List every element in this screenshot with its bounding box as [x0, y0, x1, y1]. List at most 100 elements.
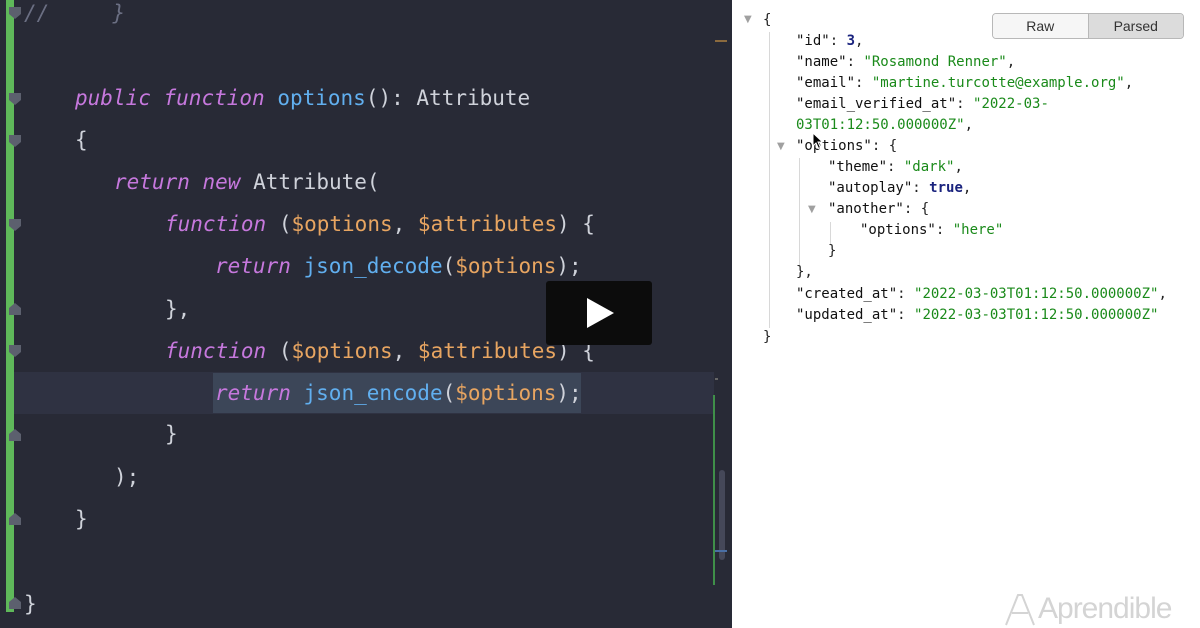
json-row: "options": "here" [860, 222, 1004, 238]
overview-ruler-marker [715, 550, 727, 552]
code-text: Attribute( [253, 170, 380, 194]
json-row: "created_at": "2022-03-03T01:12:50.00000… [796, 286, 1167, 302]
fold-marker-icon[interactable] [8, 428, 22, 442]
code-line[interactable]: public function options(): Attribute [75, 77, 530, 119]
variable: $options [455, 254, 557, 278]
scrollbar-thumb[interactable] [719, 470, 725, 560]
code-editor[interactable]: // } public function options(): Attribut… [0, 0, 732, 628]
code-text: (): Attribute [365, 86, 531, 110]
json-row: "id": 3, [796, 33, 864, 49]
brace: { [75, 128, 88, 152]
json-key: "options" [860, 222, 936, 238]
json-row: "autoplay": true, [828, 180, 972, 196]
keyword: return [114, 170, 190, 194]
brace: } [165, 422, 178, 446]
aprendible-logo [1005, 594, 1035, 626]
brace: } [112, 1, 126, 25]
function-name: json_decode [303, 254, 443, 278]
overview-ruler-marker [715, 40, 727, 42]
json-boolean: true [929, 180, 963, 196]
brace: }, [165, 297, 191, 321]
fold-marker-icon[interactable] [8, 302, 22, 316]
json-close-brace: } [828, 243, 837, 259]
json-close-brace: } [763, 329, 772, 345]
code-text: ); [114, 465, 140, 489]
code-text: , [392, 339, 418, 363]
brace: } [24, 592, 37, 616]
json-string: 03T01:12:50.000000Z" [796, 117, 965, 133]
json-open-brace: { [763, 12, 772, 28]
code-text: ( [278, 212, 292, 236]
json-string: "dark" [903, 159, 955, 175]
mouse-pointer-icon [812, 132, 824, 150]
code-text: ); [556, 381, 582, 405]
play-icon [587, 298, 614, 328]
code-line[interactable]: } [165, 413, 178, 455]
fold-marker-icon[interactable] [8, 344, 22, 358]
json-key: "email" [796, 75, 856, 91]
json-key: "name" [796, 54, 847, 70]
parsed-button[interactable]: Parsed [1088, 14, 1183, 38]
code-line[interactable]: return json_decode($options); [215, 245, 582, 287]
fold-marker-icon[interactable] [8, 92, 22, 106]
code-text: ( [442, 381, 456, 405]
triangle-down-icon[interactable]: ▼ [777, 141, 785, 152]
json-key: "another" [828, 201, 904, 217]
overview-ruler-change [713, 395, 715, 585]
code-line[interactable]: } [75, 498, 88, 540]
variable: $attributes [417, 339, 557, 363]
play-button[interactable] [546, 281, 652, 345]
keyword: public [75, 86, 151, 110]
fold-marker-icon[interactable] [8, 596, 22, 610]
json-key: "autoplay" [828, 180, 913, 196]
fold-marker-icon[interactable] [8, 512, 22, 526]
code-line[interactable]: return new Attribute( [114, 161, 380, 203]
keyword: return [215, 381, 291, 405]
code-line[interactable]: function ($options, $attributes) { [165, 203, 595, 245]
function-name: options [277, 86, 366, 110]
indent-guide [769, 32, 770, 328]
json-key: "created_at" [796, 286, 898, 302]
triangle-down-icon[interactable]: ▼ [744, 14, 752, 25]
json-string: "here" [952, 222, 1004, 238]
code-line[interactable]: ); [114, 456, 139, 498]
keyword: function [165, 339, 267, 363]
fold-marker-icon[interactable] [8, 134, 22, 148]
json-key: "updated_at" [796, 307, 898, 323]
keyword: function [165, 212, 267, 236]
json-row: "name": "Rosamond Renner", [796, 54, 1016, 70]
code-text: ( [278, 339, 292, 363]
json-key: "id" [796, 33, 830, 49]
view-mode-toggle[interactable]: Raw Parsed [992, 13, 1184, 39]
brace: } [75, 507, 88, 531]
fold-marker-icon[interactable] [8, 6, 22, 20]
json-string: "Rosamond Renner" [863, 54, 1007, 70]
json-key: "theme" [828, 159, 888, 175]
code-line[interactable]: // } [24, 0, 125, 34]
brand-watermark: Aprendible [1038, 592, 1172, 625]
code-line[interactable]: function ($options, $attributes) { [165, 330, 595, 372]
json-viewer[interactable]: Raw Parsed ▼ ▼ ▼ { "id": 3, "name": "Ros… [732, 0, 1200, 628]
json-row: "another": { [828, 201, 930, 217]
json-row: "updated_at": "2022-03-03T01:12:50.00000… [796, 307, 1159, 323]
variable: $options [291, 339, 393, 363]
triangle-down-icon[interactable]: ▼ [808, 204, 816, 215]
fold-marker-icon[interactable] [8, 218, 22, 232]
json-row: "email": "martine.turcotte@example.org", [796, 75, 1134, 91]
json-string: "martine.turcotte@example.org" [871, 75, 1125, 91]
code-text: , [392, 212, 418, 236]
variable: $options [455, 381, 557, 405]
code-line[interactable]: }, [165, 288, 190, 330]
code-line[interactable]: return json_encode($options); [215, 372, 582, 414]
function-name: json_encode [303, 381, 443, 405]
raw-button[interactable]: Raw [993, 14, 1089, 38]
json-row: "email_verified_at": "2022-03- [796, 96, 1049, 112]
json-string: "2022-03-03T01:12:50.000000Z" [914, 286, 1159, 302]
json-string: "2022-03-03T01:12:50.000000Z" [914, 307, 1159, 323]
code-line[interactable]: } [24, 583, 37, 625]
code-text: ) { [557, 212, 595, 236]
json-key: "email_verified_at" [796, 96, 957, 112]
json-close-brace: }, [796, 264, 813, 280]
code-line[interactable]: { [75, 119, 88, 161]
comment: // [24, 1, 50, 25]
